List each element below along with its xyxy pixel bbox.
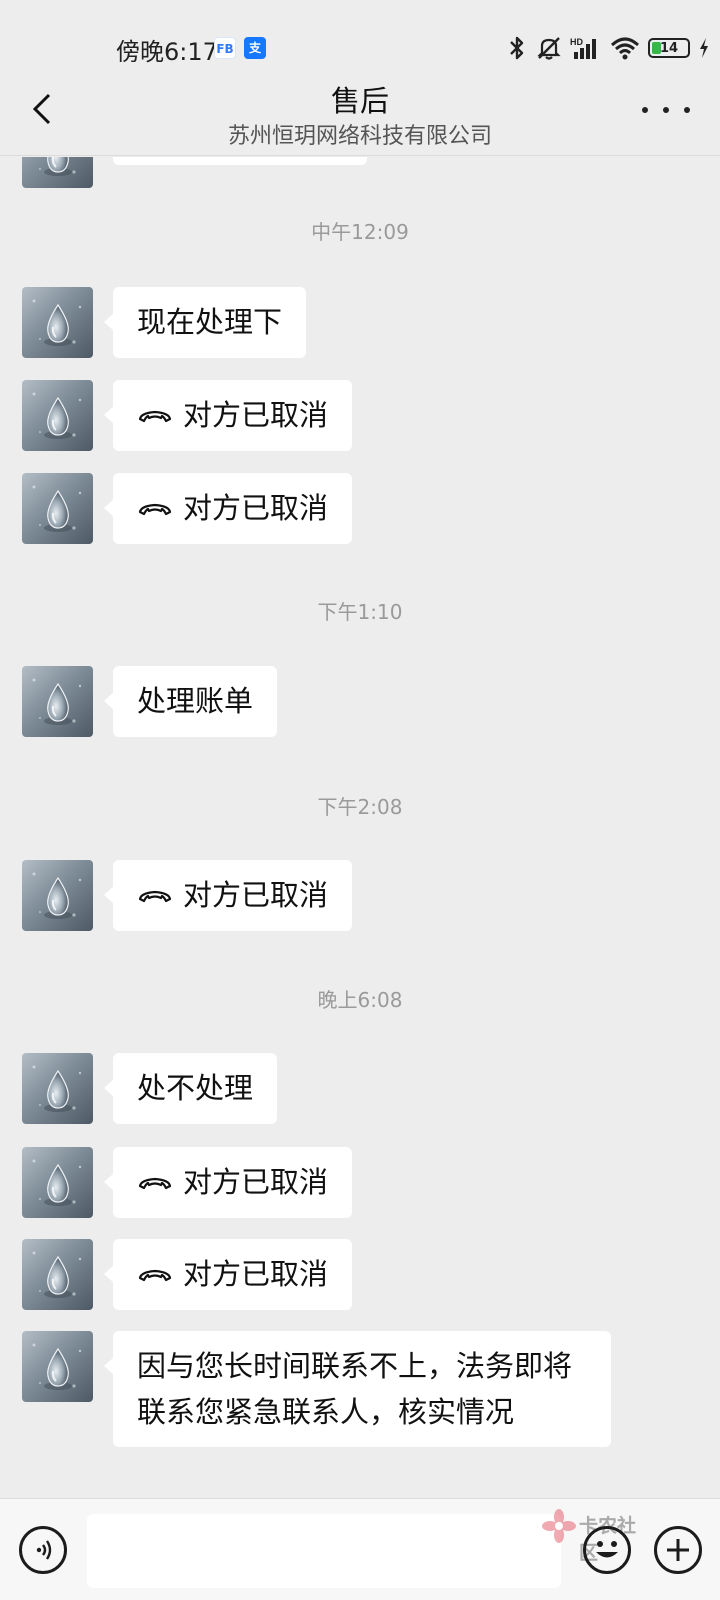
- chat-header: 售后 苏州恒玥网络科技有限公司: [0, 72, 720, 156]
- mute-bell-icon: [537, 37, 561, 60]
- message-text: 处不处理: [137, 1071, 254, 1105]
- bluetooth-icon: [510, 36, 524, 60]
- time-divider: 下午1:10: [317, 600, 403, 624]
- svg-text:HD: HD: [570, 37, 583, 47]
- message-bubble[interactable]: 处不处理: [103, 1053, 278, 1124]
- battery-icon: 14: [648, 38, 690, 58]
- hd-signal-icon: HD: [570, 37, 596, 59]
- call-status-text: 对方已取消: [183, 491, 329, 525]
- message-row: 处不处理: [22, 1053, 278, 1124]
- chat-subtitle: 苏州恒玥网络科技有限公司: [227, 124, 492, 149]
- alipay-badge-icon: 支: [244, 37, 266, 59]
- time-divider: 晚上6:08: [317, 988, 403, 1012]
- phone-hangup-icon: [137, 380, 173, 451]
- call-bubble[interactable]: 对方已取消: [103, 1147, 353, 1218]
- smiley-icon: [596, 1541, 618, 1558]
- contact-avatar[interactable]: [22, 473, 93, 544]
- message-text: 现在处理下: [137, 305, 283, 339]
- more-functions-button[interactable]: [654, 1526, 702, 1574]
- call-status-text: 对方已取消: [183, 878, 329, 912]
- contact-avatar[interactable]: [22, 1147, 93, 1218]
- more-dot-icon: [663, 107, 669, 113]
- voice-wave-icon: [36, 1540, 52, 1560]
- time-divider: 下午2:08: [317, 795, 403, 819]
- emoji-button[interactable]: [583, 1526, 631, 1574]
- input-bar: 卡农社区: [0, 1498, 720, 1600]
- time-divider: 中午12:09: [311, 220, 409, 244]
- status-time: 傍晚6:17: [116, 38, 218, 66]
- phone-hangup-icon: [137, 860, 173, 931]
- message-row: 对方已取消: [22, 1239, 353, 1310]
- phone-hangup-icon: [137, 473, 173, 544]
- message-list[interactable]: 中午12:09 现在处理下 对方已取消 对方已取消 下午1:10 处理账单 下午…: [0, 157, 720, 1498]
- contact-avatar[interactable]: [22, 287, 93, 358]
- message-text: 处理账单: [137, 684, 254, 718]
- message-text: 因与您长时间联系不上，法务即将联系您紧急联系人，核实情况: [137, 1349, 573, 1429]
- call-bubble[interactable]: 对方已取消: [103, 1239, 353, 1310]
- message-input[interactable]: [87, 1514, 561, 1588]
- call-bubble[interactable]: 对方已取消: [103, 380, 353, 451]
- contact-avatar[interactable]: [22, 157, 93, 188]
- message-bubble-partial[interactable]: [113, 157, 367, 165]
- message-bubble[interactable]: 现在处理下: [103, 287, 307, 358]
- more-dot-icon: [642, 107, 648, 113]
- contact-avatar[interactable]: [22, 1239, 93, 1310]
- contact-avatar[interactable]: [22, 380, 93, 451]
- contact-avatar[interactable]: [22, 666, 93, 737]
- call-status-text: 对方已取消: [183, 398, 329, 432]
- chat-title: 售后: [330, 84, 389, 118]
- voice-input-button[interactable]: [19, 1526, 67, 1574]
- call-bubble[interactable]: 对方已取消: [103, 860, 353, 931]
- message-bubble[interactable]: 因与您长时间联系不上，法务即将联系您紧急联系人，核实情况: [104, 1331, 611, 1447]
- message-row: 对方已取消: [22, 860, 353, 931]
- wifi-icon: [610, 37, 640, 60]
- battery-level: 14: [659, 40, 679, 56]
- contact-avatar[interactable]: [22, 1053, 93, 1124]
- message-row: 处理账单: [22, 666, 278, 737]
- more-dot-icon: [684, 107, 690, 113]
- message-bubble[interactable]: 处理账单: [103, 666, 278, 737]
- message-row: 对方已取消: [22, 380, 353, 451]
- flower-logo-icon: [542, 1509, 576, 1543]
- call-status-text: 对方已取消: [183, 1257, 329, 1291]
- message-row: 对方已取消: [22, 473, 353, 544]
- contact-avatar[interactable]: [22, 860, 93, 931]
- plus-icon: [667, 1539, 689, 1561]
- message-row: 现在处理下: [22, 287, 307, 358]
- contact-avatar[interactable]: [22, 1331, 93, 1402]
- phone-hangup-icon: [137, 1147, 173, 1218]
- message-row: 因与您长时间联系不上，法务即将联系您紧急联系人，核实情况: [22, 1331, 611, 1447]
- charging-icon: [700, 38, 708, 58]
- status-bar: 傍晚6:17 FB 支 HD 14: [0, 0, 720, 72]
- call-bubble[interactable]: 对方已取消: [103, 473, 353, 544]
- feishu-badge-icon: FB: [214, 37, 236, 59]
- status-icons: HD 14: [506, 34, 710, 62]
- more-options-button[interactable]: [642, 96, 690, 124]
- phone-hangup-icon: [137, 1239, 173, 1310]
- call-status-text: 对方已取消: [183, 1165, 329, 1199]
- message-row: 对方已取消: [22, 1147, 353, 1218]
